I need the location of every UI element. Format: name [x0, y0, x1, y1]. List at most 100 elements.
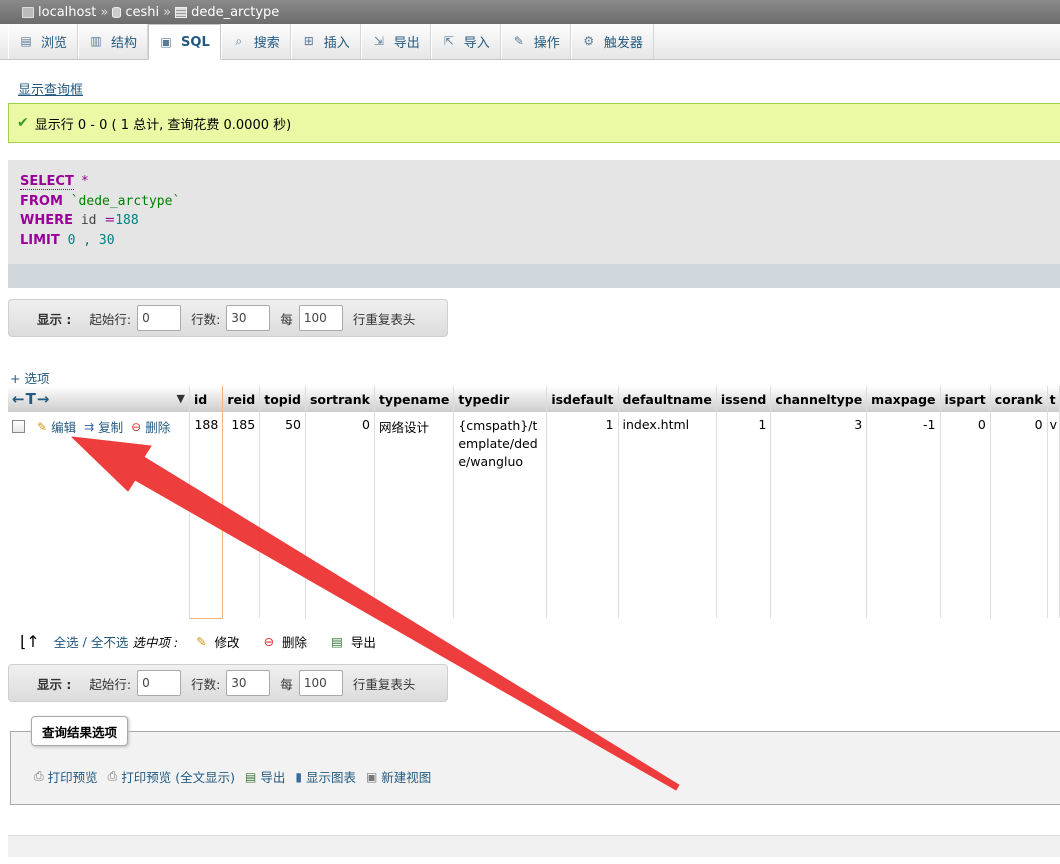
- bulk-delete-button[interactable]: ⊖ 删除: [264, 632, 308, 651]
- tab-insert[interactable]: ⊞ 插入: [290, 24, 361, 59]
- delete-icon: ⊖: [131, 419, 142, 434]
- copy-row-link[interactable]: ⇉ 复制: [84, 417, 123, 436]
- sql-keyword[interactable]: SELECT: [20, 174, 74, 190]
- column-header-defaultname[interactable]: defaultname: [618, 386, 717, 412]
- cell-maxpage[interactable]: -1: [866, 412, 941, 618]
- sort-dropdown-icon[interactable]: ▼: [176, 392, 184, 405]
- column-header-typedir[interactable]: typedir: [453, 386, 548, 412]
- repeat-header-input[interactable]: [298, 670, 343, 696]
- breadcrumb-table[interactable]: dede_arctype: [175, 5, 279, 20]
- column-header-id[interactable]: id: [188, 386, 224, 412]
- cell-corank[interactable]: 0: [990, 412, 1048, 618]
- tab-import[interactable]: ⇱ 导入: [430, 24, 501, 59]
- cell-issend[interactable]: 1: [716, 412, 772, 618]
- print-view-link[interactable]: ⎙ 打印预览: [34, 767, 98, 786]
- start-row-input[interactable]: [137, 305, 182, 331]
- column-header-issend[interactable]: issend: [716, 386, 772, 412]
- column-arrows[interactable]: ←T→: [12, 390, 50, 408]
- server-icon: [22, 6, 34, 18]
- column-header-corank[interactable]: corank: [990, 386, 1048, 412]
- sql-icon: ▣: [160, 34, 172, 49]
- cell-channeltype[interactable]: 3: [770, 412, 868, 618]
- cell-topid[interactable]: 50: [259, 412, 306, 618]
- cell-t[interactable]: v: [1047, 412, 1060, 618]
- edit-row-link[interactable]: ✎ 编辑: [37, 417, 76, 436]
- results-table: ←T→ ▼ id reid topid sortrank typename ty…: [8, 386, 1060, 619]
- sql-code: SELECT * FROM `dede_arctype` WHERE id =1…: [20, 172, 180, 250]
- create-view-link[interactable]: ▣ 新建视图: [366, 767, 431, 786]
- print-view-full-link[interactable]: ⎙ 打印预览 (全文显示): [108, 767, 235, 786]
- breadcrumb-database[interactable]: ceshi: [112, 5, 159, 20]
- column-header-ispart[interactable]: ispart: [940, 386, 991, 412]
- query-results-operations-legend: 查询结果选项: [31, 716, 129, 746]
- uncheck-all-link[interactable]: 全不选: [91, 632, 129, 651]
- tab-triggers[interactable]: ⚙ 触发器: [570, 24, 654, 59]
- cell-sortrank[interactable]: 0: [305, 412, 375, 618]
- check-all-link[interactable]: 全选: [54, 632, 79, 651]
- cell-typename[interactable]: 网络设计: [374, 412, 455, 618]
- tab-sql[interactable]: ▣ SQL: [148, 24, 221, 60]
- sql-box-footer: [8, 264, 1060, 288]
- cell-ispart[interactable]: 0: [940, 412, 991, 618]
- table-header-row: ←T→ ▼ id reid topid sortrank typename ty…: [8, 386, 1060, 412]
- display-chart-link[interactable]: ▮ 显示图表: [295, 767, 356, 786]
- success-message: ✔ 显示行 0 - 0 ( 1 总计, 查询花费 0.0000 秒): [8, 103, 1060, 143]
- column-header-t[interactable]: t: [1047, 386, 1060, 412]
- column-header-sortrank[interactable]: sortrank: [305, 386, 375, 412]
- rows-count-input[interactable]: [226, 305, 271, 331]
- sql-number: 188: [115, 213, 139, 228]
- column-header-isdefault[interactable]: isdefault: [546, 386, 619, 412]
- tab-structure[interactable]: ▥ 结构: [78, 24, 149, 59]
- navigation-bar-top: 显示 : 起始行: 行数: 每 行重复表头: [8, 299, 448, 337]
- insert-icon: ⊞: [303, 34, 314, 48]
- sql-column: id: [80, 213, 97, 228]
- start-row-input[interactable]: [137, 670, 182, 696]
- arrow-up-icon: ⌊↑: [20, 632, 40, 651]
- export-icon: ⇲: [373, 34, 384, 48]
- export-icon: ▤: [244, 769, 257, 784]
- actions-header: ←T→ ▼: [8, 386, 190, 412]
- sql-star: *: [81, 174, 89, 189]
- rows-count-input[interactable]: [226, 670, 271, 696]
- breadcrumb-separator: »: [163, 4, 172, 20]
- tab-search[interactable]: ⌕ 搜索: [220, 24, 291, 59]
- column-header-topid[interactable]: topid: [259, 386, 306, 412]
- bulk-edit-button[interactable]: ✎ 修改: [196, 632, 240, 651]
- with-selected-label: 选中项 :: [132, 635, 179, 650]
- column-header-channeltype[interactable]: channeltype: [770, 386, 868, 412]
- tab-browse[interactable]: ▤ 浏览: [8, 24, 79, 59]
- export-icon: ▤: [331, 634, 343, 649]
- cell-id[interactable]: 188: [188, 412, 224, 619]
- checkmark-icon: ✔: [17, 115, 29, 131]
- bottom-strip: [8, 835, 1060, 857]
- sql-operator: =: [104, 213, 116, 228]
- tab-export[interactable]: ⇲ 导出: [360, 24, 431, 59]
- import-icon: ⇱: [443, 34, 454, 48]
- sql-query-box: SELECT * FROM `dede_arctype` WHERE id =1…: [8, 160, 1060, 288]
- delete-row-link[interactable]: ⊖ 删除: [131, 417, 170, 436]
- structure-icon: ▥: [90, 34, 102, 48]
- row-checkbox[interactable]: [12, 419, 25, 433]
- column-header-typename[interactable]: typename: [374, 386, 455, 412]
- cell-defaultname[interactable]: index.html: [618, 412, 717, 618]
- sql-comma: ,: [83, 232, 92, 248]
- export-link[interactable]: ▤ 导出: [245, 767, 285, 786]
- query-results-operations-items: ⎙ 打印预览 ⎙ 打印预览 (全文显示) ▤ 导出 ▮ 显示图表 ▣ 新建视图: [34, 767, 441, 786]
- column-header-maxpage[interactable]: maxpage: [866, 386, 941, 412]
- row-actions: ✎ 编辑 ⇉ 复制 ⊖ 删除: [8, 412, 190, 618]
- repeat-header-input[interactable]: [298, 305, 343, 331]
- options-link[interactable]: + 选项: [10, 368, 49, 387]
- sql-keyword: LIMIT: [20, 232, 60, 248]
- cell-typedir[interactable]: {cmspath}/template/dede/wangluo: [453, 412, 548, 618]
- delete-icon: ⊖: [263, 634, 275, 649]
- printer-icon: ⎙: [107, 769, 118, 783]
- bulk-export-button[interactable]: ▤ 导出: [331, 632, 376, 651]
- column-header-reid[interactable]: reid: [222, 386, 261, 412]
- breadcrumb-server[interactable]: localhost: [22, 5, 96, 20]
- cell-reid[interactable]: 185: [222, 412, 261, 618]
- navigation-bar-bottom: 显示 : 起始行: 行数: 每 行重复表头: [8, 664, 448, 702]
- show-query-box-link[interactable]: 显示查询框: [18, 79, 83, 98]
- cell-isdefault[interactable]: 1: [546, 412, 619, 618]
- tab-operations[interactable]: ✎ 操作: [500, 24, 571, 59]
- search-icon: ⌕: [235, 34, 243, 48]
